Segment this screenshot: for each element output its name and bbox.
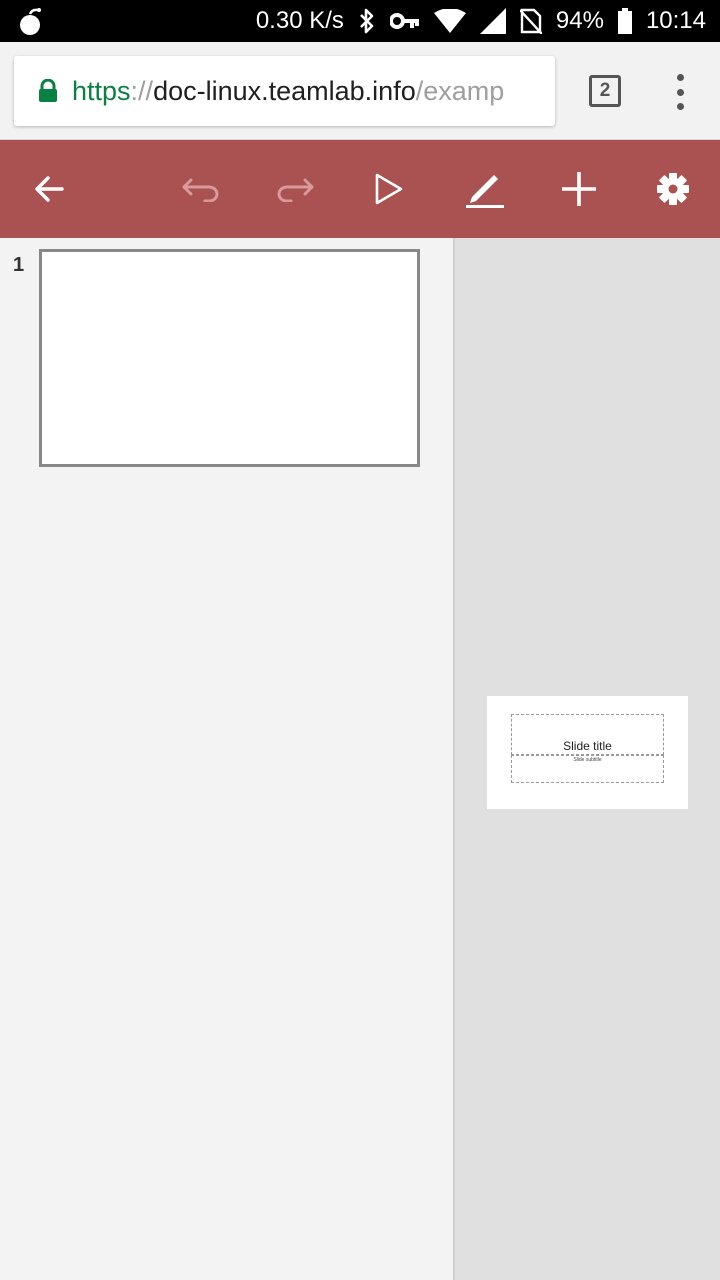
- bluetooth-icon: [358, 8, 376, 34]
- settings-button[interactable]: [638, 140, 708, 238]
- gear-icon: [657, 173, 689, 205]
- url-path: /examp: [415, 75, 505, 106]
- undo-icon: [182, 178, 219, 202]
- menu-dot-icon: [676, 74, 684, 81]
- play-button[interactable]: [354, 140, 424, 238]
- back-button[interactable]: [14, 140, 84, 238]
- tab-switcher-button[interactable]: 2: [589, 75, 621, 107]
- subtitle-placeholder[interactable]: Slide subtitle: [511, 755, 664, 783]
- url-bar[interactable]: https://doc-linux.teamlab.info/examp: [14, 56, 555, 126]
- notification-bomb-icon: [18, 8, 44, 41]
- cell-signal-icon: [479, 8, 506, 34]
- menu-dot-icon: [676, 103, 684, 110]
- browser-toolbar: https://doc-linux.teamlab.info/examp 2: [0, 42, 720, 140]
- title-placeholder-text: Slide title: [563, 739, 612, 753]
- pencil-icon: [466, 175, 504, 208]
- slides-panel: 1: [0, 238, 453, 1280]
- redo-icon: [277, 178, 314, 202]
- battery-icon: [617, 8, 632, 34]
- plus-icon: [562, 172, 596, 206]
- slide-editor-area: Slide title Slide subtitle: [455, 238, 720, 1280]
- url-host: doc-linux.teamlab.info: [153, 75, 416, 106]
- no-sim-icon: [519, 8, 542, 34]
- battery-percent: 94%: [555, 7, 604, 34]
- wifi-icon: [433, 9, 466, 33]
- status-bar: 0.30 K/s 94% 10:14: [0, 0, 720, 42]
- edit-button[interactable]: [450, 140, 520, 238]
- slide-number: 1: [13, 254, 25, 276]
- url-separator: ://: [130, 75, 154, 106]
- network-speed: 0.30 K/s: [255, 7, 344, 34]
- play-icon: [375, 173, 403, 205]
- back-arrow-icon: [35, 176, 64, 202]
- slide-canvas[interactable]: Slide title Slide subtitle: [487, 696, 688, 809]
- browser-menu-button[interactable]: [670, 74, 690, 110]
- vpn-key-icon: [389, 12, 420, 30]
- add-button[interactable]: [544, 140, 614, 238]
- lock-icon: [38, 79, 58, 103]
- clock: 10:14: [645, 7, 706, 34]
- subtitle-placeholder-text: Slide subtitle: [573, 757, 602, 763]
- undo-button[interactable]: [166, 140, 236, 238]
- title-placeholder[interactable]: Slide title: [511, 714, 664, 755]
- editor-toolbar: [0, 140, 720, 238]
- menu-dot-icon: [676, 88, 684, 96]
- slide-thumbnail[interactable]: [39, 249, 420, 467]
- redo-button[interactable]: [260, 140, 330, 238]
- url-scheme: https: [72, 75, 131, 106]
